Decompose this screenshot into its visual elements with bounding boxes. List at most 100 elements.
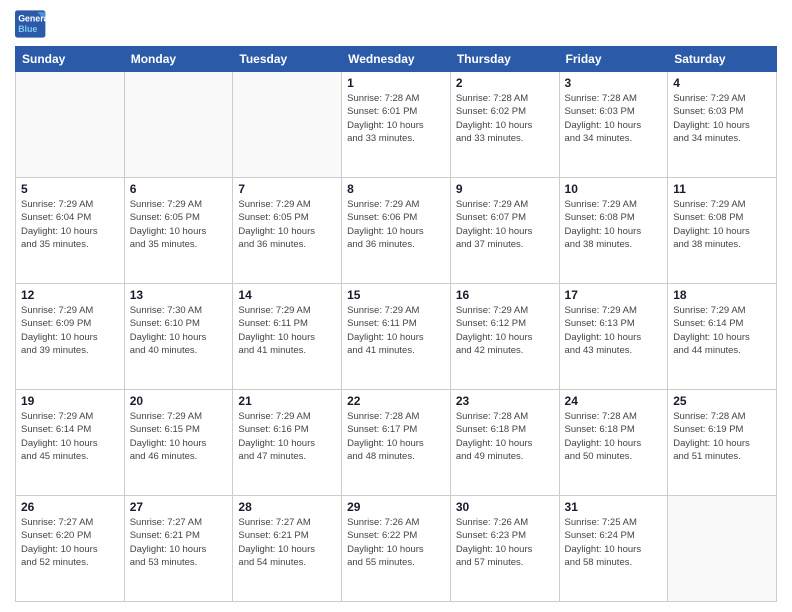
day-number: 31 xyxy=(565,500,663,514)
day-info: Sunrise: 7:26 AM Sunset: 6:23 PM Dayligh… xyxy=(456,516,554,569)
day-info: Sunrise: 7:29 AM Sunset: 6:04 PM Dayligh… xyxy=(21,198,119,251)
calendar-cell: 18 Sunrise: 7:29 AM Sunset: 6:14 PM Dayli… xyxy=(668,284,777,390)
page: General Blue SundayMondayTuesdayWednesda… xyxy=(0,0,792,612)
calendar-cell: 7 Sunrise: 7:29 AM Sunset: 6:05 PM Daylig… xyxy=(233,178,342,284)
day-number: 10 xyxy=(565,182,663,196)
day-info: Sunrise: 7:29 AM Sunset: 6:16 PM Dayligh… xyxy=(238,410,336,463)
svg-text:General: General xyxy=(18,14,47,24)
calendar-cell: 17 Sunrise: 7:29 AM Sunset: 6:13 PM Dayli… xyxy=(559,284,668,390)
col-header-thursday: Thursday xyxy=(450,47,559,72)
calendar-cell: 22Sunrise: 7:28 AM Sunset: 6:17 PM Dayli… xyxy=(342,390,451,496)
calendar-cell: 1 Sunrise: 7:28 AM Sunset: 6:01 PM Daylig… xyxy=(342,72,451,178)
calendar-cell xyxy=(16,72,125,178)
calendar-cell: 21 Sunrise: 7:29 AM Sunset: 6:16 PM Dayli… xyxy=(233,390,342,496)
day-info: Sunrise: 7:29 AM Sunset: 6:09 PM Dayligh… xyxy=(21,304,119,357)
day-number: 23 xyxy=(456,394,554,408)
day-number: 20 xyxy=(130,394,228,408)
day-number: 25 xyxy=(673,394,771,408)
day-info: Sunrise: 7:29 AM Sunset: 6:11 PM Dayligh… xyxy=(347,304,445,357)
calendar-week-1: 1 Sunrise: 7:28 AM Sunset: 6:01 PM Daylig… xyxy=(16,72,777,178)
day-number: 11 xyxy=(673,182,771,196)
calendar-cell xyxy=(233,72,342,178)
col-header-saturday: Saturday xyxy=(668,47,777,72)
header: General Blue xyxy=(15,10,777,38)
calendar-cell: 23Sunrise: 7:28 AM Sunset: 6:18 PM Dayli… xyxy=(450,390,559,496)
col-header-sunday: Sunday xyxy=(16,47,125,72)
calendar-cell xyxy=(124,72,233,178)
calendar-cell: 29 Sunrise: 7:26 AM Sunset: 6:22 PM Dayli… xyxy=(342,496,451,602)
calendar-cell xyxy=(668,496,777,602)
calendar-cell: 28Sunrise: 7:27 AM Sunset: 6:21 PM Dayli… xyxy=(233,496,342,602)
day-info: Sunrise: 7:29 AM Sunset: 6:06 PM Dayligh… xyxy=(347,198,445,251)
day-info: Sunrise: 7:29 AM Sunset: 6:13 PM Dayligh… xyxy=(565,304,663,357)
day-number: 29 xyxy=(347,500,445,514)
day-number: 15 xyxy=(347,288,445,302)
day-number: 21 xyxy=(238,394,336,408)
calendar-cell: 25 Sunrise: 7:28 AM Sunset: 6:19 PM Dayli… xyxy=(668,390,777,496)
day-info: Sunrise: 7:28 AM Sunset: 6:18 PM Dayligh… xyxy=(565,410,663,463)
day-info: Sunrise: 7:27 AM Sunset: 6:21 PM Dayligh… xyxy=(130,516,228,569)
day-number: 24 xyxy=(565,394,663,408)
day-info: Sunrise: 7:28 AM Sunset: 6:19 PM Dayligh… xyxy=(673,410,771,463)
calendar-week-4: 19 Sunrise: 7:29 AM Sunset: 6:14 PM Dayli… xyxy=(16,390,777,496)
day-number: 8 xyxy=(347,182,445,196)
day-number: 18 xyxy=(673,288,771,302)
day-number: 22 xyxy=(347,394,445,408)
day-info: Sunrise: 7:29 AM Sunset: 6:08 PM Dayligh… xyxy=(673,198,771,251)
calendar-cell: 20 Sunrise: 7:29 AM Sunset: 6:15 PM Dayli… xyxy=(124,390,233,496)
calendar-cell: 19 Sunrise: 7:29 AM Sunset: 6:14 PM Dayli… xyxy=(16,390,125,496)
day-number: 1 xyxy=(347,76,445,90)
day-info: Sunrise: 7:29 AM Sunset: 6:08 PM Dayligh… xyxy=(565,198,663,251)
day-info: Sunrise: 7:29 AM Sunset: 6:03 PM Dayligh… xyxy=(673,92,771,145)
day-number: 13 xyxy=(130,288,228,302)
calendar-cell: 2 Sunrise: 7:28 AM Sunset: 6:02 PM Daylig… xyxy=(450,72,559,178)
day-number: 12 xyxy=(21,288,119,302)
calendar-cell: 11 Sunrise: 7:29 AM Sunset: 6:08 PM Dayli… xyxy=(668,178,777,284)
calendar-cell: 14 Sunrise: 7:29 AM Sunset: 6:11 PM Dayli… xyxy=(233,284,342,390)
logo: General Blue xyxy=(15,10,47,38)
day-info: Sunrise: 7:25 AM Sunset: 6:24 PM Dayligh… xyxy=(565,516,663,569)
day-info: Sunrise: 7:29 AM Sunset: 6:14 PM Dayligh… xyxy=(673,304,771,357)
calendar-cell: 5 Sunrise: 7:29 AM Sunset: 6:04 PM Daylig… xyxy=(16,178,125,284)
calendar-cell: 26 Sunrise: 7:27 AM Sunset: 6:20 PM Dayli… xyxy=(16,496,125,602)
day-number: 17 xyxy=(565,288,663,302)
day-number: 16 xyxy=(456,288,554,302)
day-number: 28 xyxy=(238,500,336,514)
calendar-cell: 6Sunrise: 7:29 AM Sunset: 6:05 PM Daylig… xyxy=(124,178,233,284)
day-info: Sunrise: 7:29 AM Sunset: 6:12 PM Dayligh… xyxy=(456,304,554,357)
day-info: Sunrise: 7:29 AM Sunset: 6:05 PM Dayligh… xyxy=(238,198,336,251)
calendar-cell: 9Sunrise: 7:29 AM Sunset: 6:07 PM Daylig… xyxy=(450,178,559,284)
day-number: 30 xyxy=(456,500,554,514)
calendar-cell: 8 Sunrise: 7:29 AM Sunset: 6:06 PM Daylig… xyxy=(342,178,451,284)
day-info: Sunrise: 7:28 AM Sunset: 6:01 PM Dayligh… xyxy=(347,92,445,145)
day-info: Sunrise: 7:28 AM Sunset: 6:02 PM Dayligh… xyxy=(456,92,554,145)
calendar-cell: 4 Sunrise: 7:29 AM Sunset: 6:03 PM Daylig… xyxy=(668,72,777,178)
calendar-cell: 31 Sunrise: 7:25 AM Sunset: 6:24 PM Dayli… xyxy=(559,496,668,602)
day-number: 19 xyxy=(21,394,119,408)
calendar-cell: 24 Sunrise: 7:28 AM Sunset: 6:18 PM Dayli… xyxy=(559,390,668,496)
day-info: Sunrise: 7:30 AM Sunset: 6:10 PM Dayligh… xyxy=(130,304,228,357)
day-number: 5 xyxy=(21,182,119,196)
calendar-cell: 12 Sunrise: 7:29 AM Sunset: 6:09 PM Dayli… xyxy=(16,284,125,390)
day-info: Sunrise: 7:29 AM Sunset: 6:14 PM Dayligh… xyxy=(21,410,119,463)
col-header-friday: Friday xyxy=(559,47,668,72)
day-number: 26 xyxy=(21,500,119,514)
svg-text:Blue: Blue xyxy=(18,24,37,34)
day-number: 14 xyxy=(238,288,336,302)
col-header-monday: Monday xyxy=(124,47,233,72)
day-number: 7 xyxy=(238,182,336,196)
calendar-week-3: 12 Sunrise: 7:29 AM Sunset: 6:09 PM Dayli… xyxy=(16,284,777,390)
day-number: 2 xyxy=(456,76,554,90)
col-header-wednesday: Wednesday xyxy=(342,47,451,72)
calendar-cell: 27Sunrise: 7:27 AM Sunset: 6:21 PM Dayli… xyxy=(124,496,233,602)
day-info: Sunrise: 7:29 AM Sunset: 6:11 PM Dayligh… xyxy=(238,304,336,357)
calendar-cell: 13 Sunrise: 7:30 AM Sunset: 6:10 PM Dayli… xyxy=(124,284,233,390)
col-header-tuesday: Tuesday xyxy=(233,47,342,72)
day-number: 3 xyxy=(565,76,663,90)
calendar-cell: 10 Sunrise: 7:29 AM Sunset: 6:08 PM Dayli… xyxy=(559,178,668,284)
day-number: 4 xyxy=(673,76,771,90)
day-info: Sunrise: 7:26 AM Sunset: 6:22 PM Dayligh… xyxy=(347,516,445,569)
day-info: Sunrise: 7:29 AM Sunset: 6:15 PM Dayligh… xyxy=(130,410,228,463)
calendar-table: SundayMondayTuesdayWednesdayThursdayFrid… xyxy=(15,46,777,602)
day-info: Sunrise: 7:27 AM Sunset: 6:20 PM Dayligh… xyxy=(21,516,119,569)
